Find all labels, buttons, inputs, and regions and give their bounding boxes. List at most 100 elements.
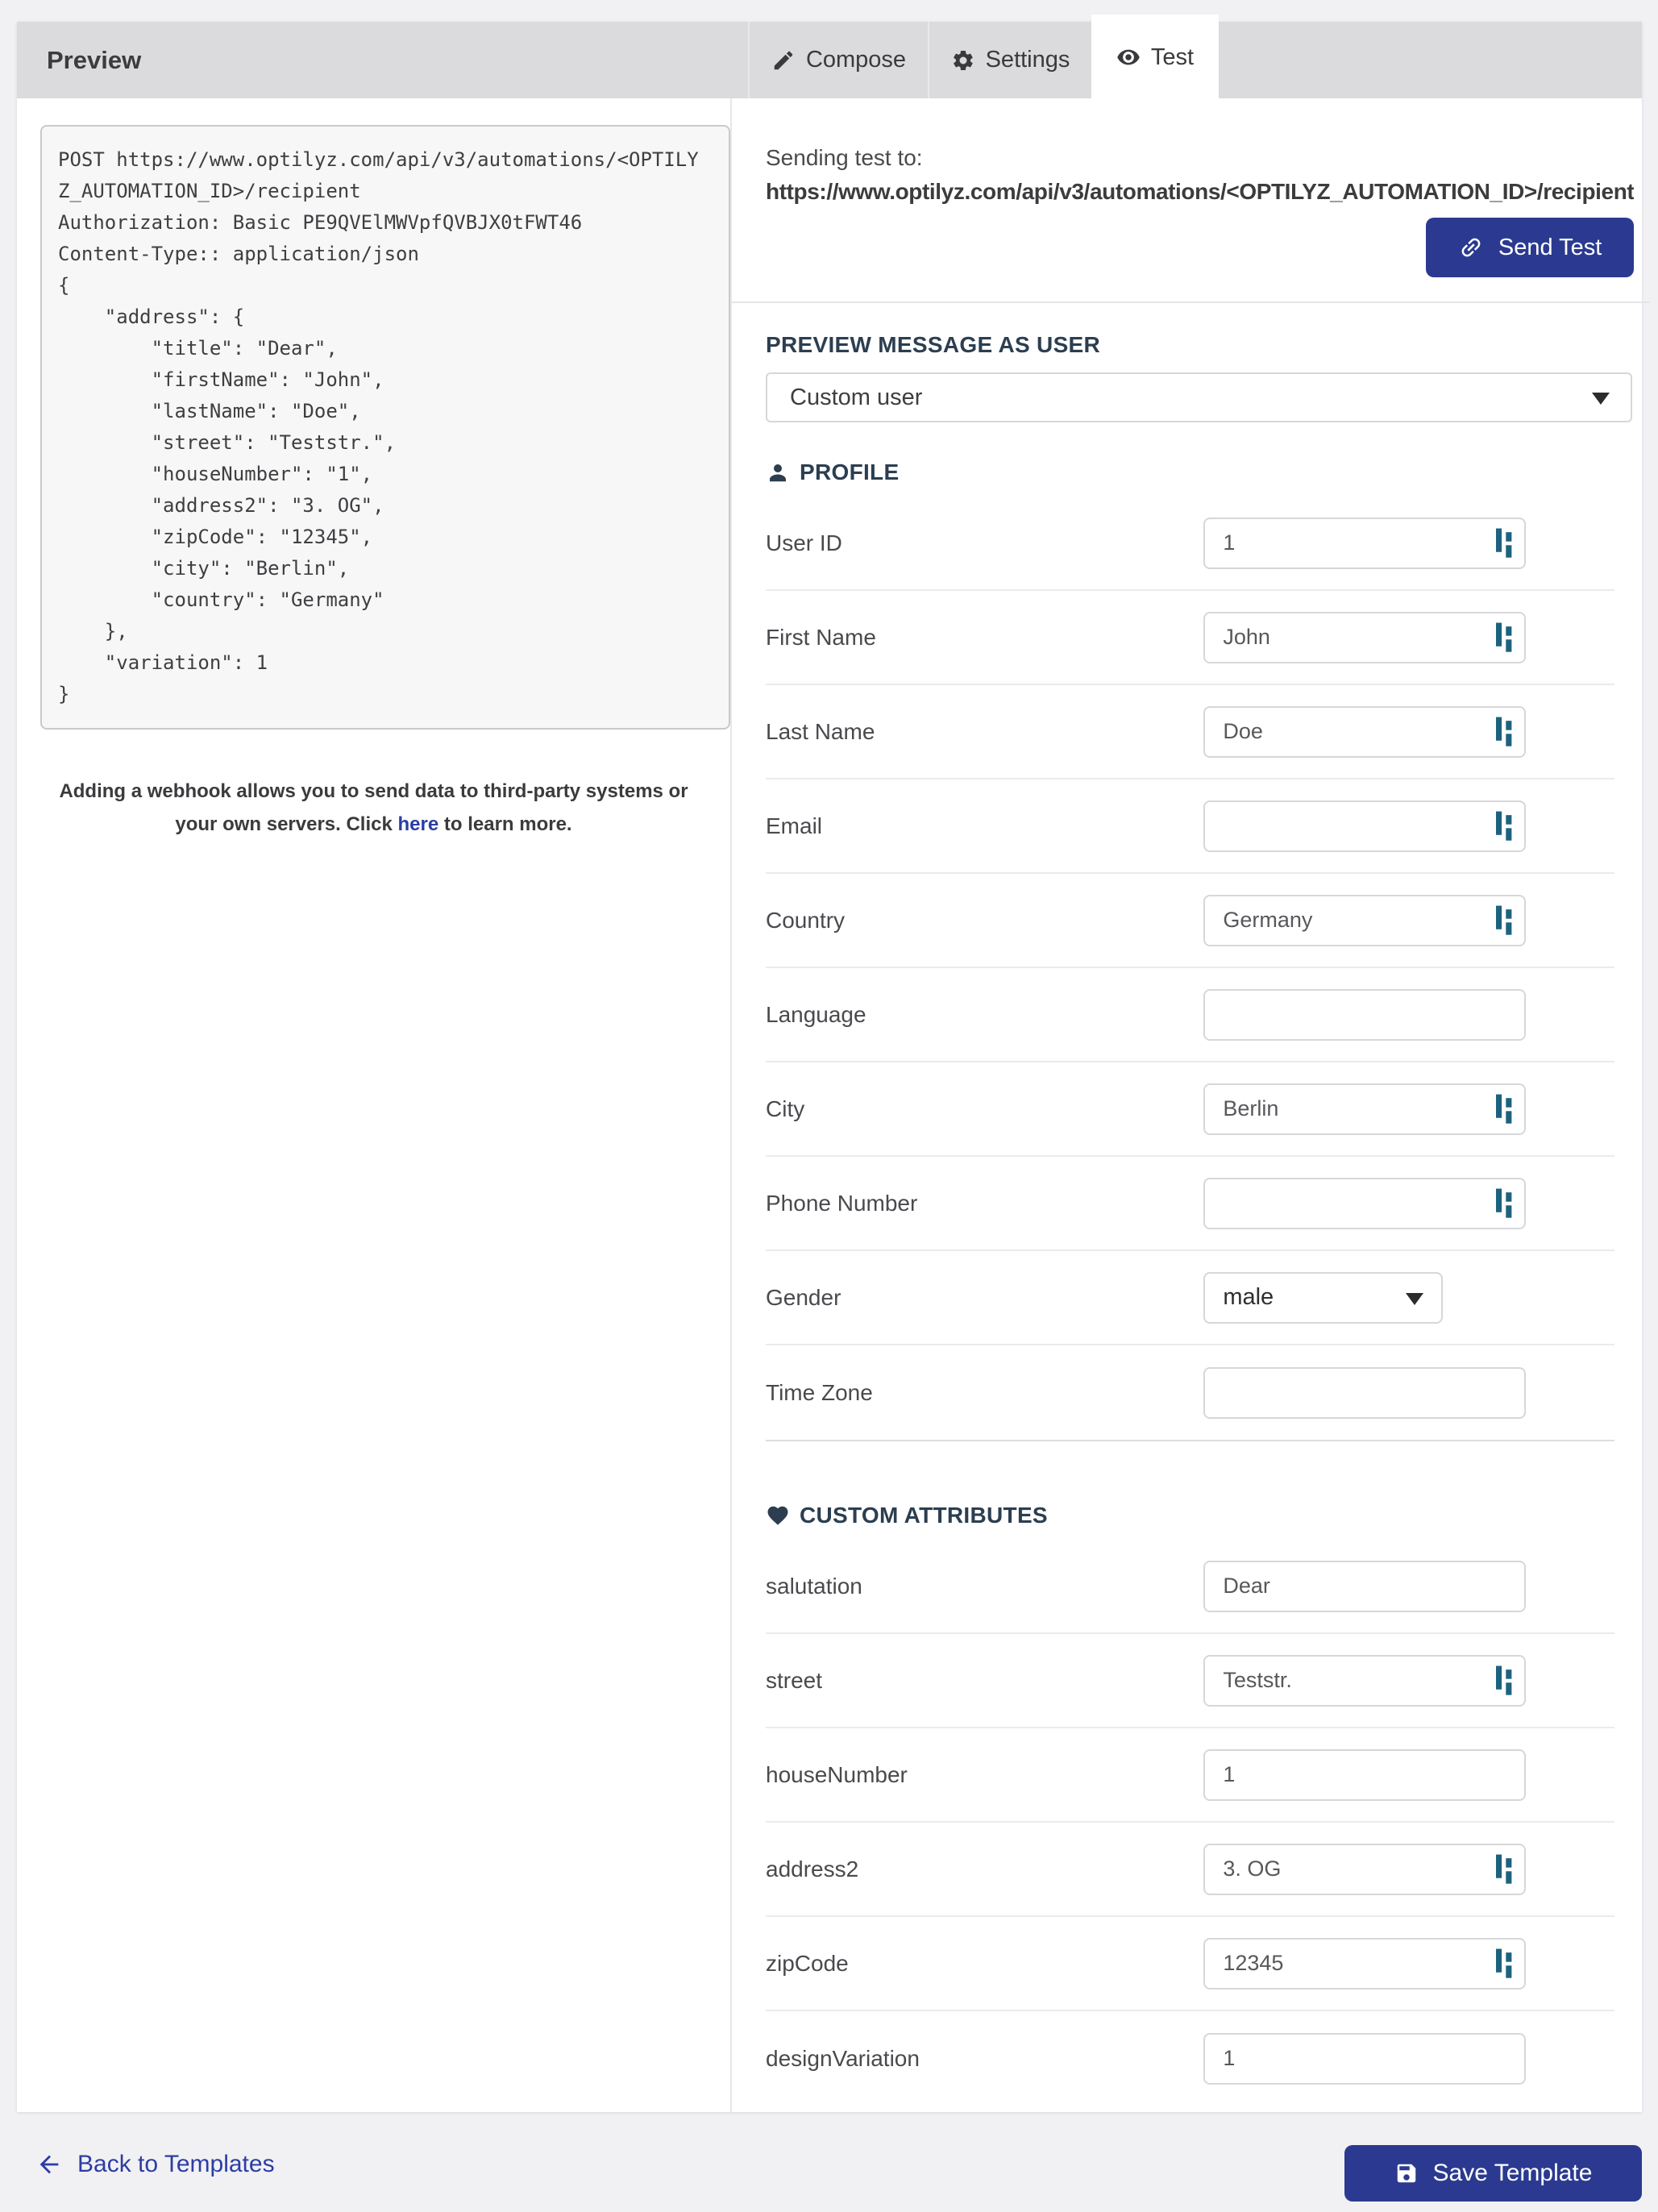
field-row: street bbox=[766, 1634, 1615, 1728]
field-row: Last Name bbox=[766, 685, 1615, 780]
preview-user-select-value: Custom user bbox=[790, 384, 923, 410]
webhook-note: Adding a webhook allows you to send data… bbox=[52, 775, 696, 841]
optilyz-brand-icon bbox=[1495, 1948, 1513, 1980]
field-input[interactable] bbox=[1203, 894, 1527, 946]
optilyz-brand-icon bbox=[1495, 716, 1513, 748]
arrow-left-icon bbox=[39, 2155, 59, 2174]
field-row: zipCode bbox=[766, 1917, 1615, 2011]
profile-fields: User ID First Name Last Name Email bbox=[766, 497, 1615, 1441]
field-label: Phone Number bbox=[766, 1190, 918, 1216]
tab-settings-label: Settings bbox=[985, 47, 1070, 73]
field-row: User ID bbox=[766, 497, 1615, 591]
field-label: Language bbox=[766, 1001, 866, 1027]
field-input[interactable] bbox=[1203, 705, 1527, 758]
sending-test-label: Sending test to: bbox=[766, 145, 923, 170]
chevron-down-icon bbox=[1592, 393, 1610, 405]
optilyz-brand-icon bbox=[1495, 622, 1513, 654]
field-label: designVariation bbox=[766, 2045, 920, 2071]
preview-as-user-heading: PREVIEW MESSAGE AS USER bbox=[766, 332, 1101, 357]
field-row: Country bbox=[766, 874, 1615, 968]
back-to-templates-label: Back to Templates bbox=[77, 2151, 275, 2177]
webhook-note-text-after: to learn more. bbox=[438, 813, 572, 835]
custom-attributes-heading-label: CUSTOM ATTRIBUTES bbox=[800, 1503, 1048, 1528]
field-select[interactable]: male bbox=[1203, 1271, 1444, 1324]
webhook-note-text: Adding a webhook allows you to send data… bbox=[59, 780, 688, 835]
tab-compose-label: Compose bbox=[805, 47, 907, 73]
field-row: City bbox=[766, 1062, 1615, 1157]
field-label: houseNumber bbox=[766, 1761, 908, 1787]
field-row: salutation bbox=[766, 1540, 1615, 1634]
send-test-section: Sending test to: https://www.optilyz.com… bbox=[732, 98, 1651, 303]
tab-settings[interactable]: Settings bbox=[928, 22, 1091, 98]
field-row: First Name bbox=[766, 591, 1615, 685]
send-test-button[interactable]: Send Test bbox=[1425, 218, 1635, 277]
field-input[interactable] bbox=[1203, 1937, 1527, 1990]
person-icon bbox=[770, 464, 786, 482]
main-card: Preview Compose Settings Test POST https… bbox=[17, 15, 1651, 2112]
field-input[interactable] bbox=[1203, 1560, 1527, 1612]
field-input[interactable] bbox=[1203, 1177, 1527, 1229]
field-label: address2 bbox=[766, 1856, 859, 1881]
save-icon bbox=[1397, 2164, 1415, 2183]
field-select-value: male bbox=[1223, 1284, 1274, 1310]
profile-heading-label: PROFILE bbox=[800, 459, 900, 484]
link-icon bbox=[1461, 238, 1481, 257]
field-input[interactable] bbox=[1203, 1843, 1527, 1895]
optilyz-brand-icon bbox=[1495, 1187, 1513, 1220]
field-row: designVariation bbox=[766, 2011, 1614, 2106]
field-input[interactable] bbox=[1203, 1654, 1527, 1707]
preview-user-select[interactable]: Custom user bbox=[766, 372, 1633, 422]
field-row: Gender male bbox=[766, 1251, 1615, 1345]
field-row: houseNumber bbox=[766, 1728, 1615, 1823]
field-input[interactable] bbox=[1203, 988, 1527, 1041]
sending-test-url: https://www.optilyz.com/api/v3/automatio… bbox=[766, 179, 1635, 204]
save-template-button[interactable]: Save Template bbox=[1344, 2145, 1642, 2202]
page-title: Preview bbox=[47, 45, 142, 74]
field-label: salutation bbox=[766, 1573, 862, 1599]
eye-icon bbox=[1117, 49, 1140, 65]
field-input[interactable] bbox=[1203, 1083, 1527, 1135]
field-row: Language bbox=[766, 968, 1615, 1062]
field-row: Email bbox=[766, 780, 1615, 874]
field-label: Email bbox=[766, 813, 823, 838]
field-row: Time Zone bbox=[766, 1345, 1614, 1440]
field-input[interactable] bbox=[1203, 1748, 1527, 1801]
field-label: User ID bbox=[766, 530, 842, 555]
field-label: Last Name bbox=[766, 718, 875, 744]
field-label: Gender bbox=[766, 1284, 841, 1310]
field-input[interactable] bbox=[1203, 800, 1527, 852]
optilyz-brand-icon bbox=[1495, 904, 1513, 937]
page: Preview Compose Settings Test POST https… bbox=[0, 0, 1658, 2212]
custom-attributes-heading: CUSTOM ATTRIBUTES bbox=[766, 1503, 1650, 1528]
field-label: Country bbox=[766, 907, 846, 933]
optilyz-brand-icon bbox=[1495, 527, 1513, 559]
heart-icon bbox=[767, 1506, 788, 1525]
field-input[interactable] bbox=[1203, 517, 1527, 569]
send-test-button-label: Send Test bbox=[1498, 234, 1602, 260]
field-label: street bbox=[766, 1667, 823, 1693]
chevron-down-icon bbox=[1406, 1292, 1424, 1305]
field-input[interactable] bbox=[1203, 611, 1527, 663]
field-row: address2 bbox=[766, 1823, 1615, 1917]
back-to-templates-link[interactable]: Back to Templates bbox=[35, 2140, 275, 2189]
field-label: Time Zone bbox=[766, 1379, 873, 1405]
preview-message-as-user-section: PREVIEW MESSAGE AS USER Custom user bbox=[766, 332, 1633, 422]
card-body: POST https://www.optilyz.com/api/v3/auto… bbox=[17, 98, 1651, 2112]
optilyz-brand-icon bbox=[1495, 810, 1513, 842]
tab-test-active[interactable]: Test bbox=[1091, 15, 1219, 100]
header-bar: Preview Compose Settings Test bbox=[17, 15, 1642, 100]
tab-compose[interactable]: Compose bbox=[748, 22, 928, 98]
field-input[interactable] bbox=[1203, 2032, 1527, 2085]
tab-test-label: Test bbox=[1150, 44, 1195, 70]
save-template-label: Save Template bbox=[1432, 2160, 1593, 2186]
webhook-here-link[interactable]: here bbox=[398, 813, 439, 835]
field-label: City bbox=[766, 1096, 805, 1121]
field-label: zipCode bbox=[766, 1950, 849, 1976]
field-input[interactable] bbox=[1203, 1366, 1527, 1419]
optilyz-brand-icon bbox=[1495, 1093, 1513, 1125]
profile-section-heading: PROFILE bbox=[766, 459, 1650, 485]
custom-attribute-fields: salutation street houseNumber address2 bbox=[766, 1540, 1615, 2106]
test-panel: Sending test to: https://www.optilyz.com… bbox=[730, 98, 1651, 2112]
field-label: First Name bbox=[766, 624, 876, 650]
api-request-code-block[interactable]: POST https://www.optilyz.com/api/v3/auto… bbox=[40, 125, 730, 730]
